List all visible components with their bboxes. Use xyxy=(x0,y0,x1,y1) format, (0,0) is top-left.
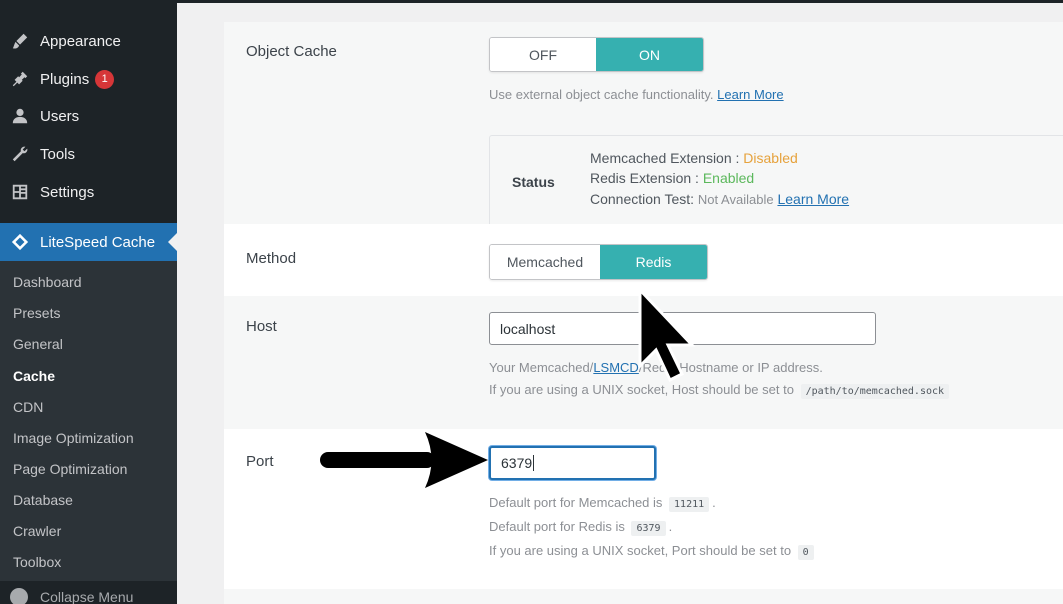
connection-test-status: Connection Test: Not Available Learn Mor… xyxy=(590,191,849,207)
submenu-dashboard[interactable]: Dashboard xyxy=(13,274,82,290)
submenu-database[interactable]: Database xyxy=(13,492,73,508)
update-count-badge: 1 xyxy=(95,69,115,89)
memcached-extension-label: Memcached Extension : xyxy=(590,150,740,166)
object-cache-toggle[interactable]: OFF ON xyxy=(489,37,704,72)
sidebar-item-settings[interactable]: Settings xyxy=(0,174,177,210)
text-caret xyxy=(533,455,535,471)
sidebar-item-label: Settings xyxy=(40,183,95,201)
status-title: Status xyxy=(512,174,555,190)
next-row xyxy=(224,589,1063,604)
paintbrush-icon xyxy=(10,31,30,51)
submenu-cache[interactable]: Cache xyxy=(13,368,55,384)
object-cache-row: Object Cache OFF ON Use external object … xyxy=(224,22,1063,227)
annotation-arrow-icon xyxy=(320,432,488,488)
memcached-extension-value: Disabled xyxy=(743,150,798,166)
submenu-image-optimization[interactable]: Image Optimization xyxy=(13,430,134,446)
litespeed-diamond-icon xyxy=(10,232,30,252)
host-socket-description: If you are using a UNIX socket, Host sho… xyxy=(489,382,952,399)
sidebar-item-label: Plugins xyxy=(40,70,90,88)
object-cache-description: Use external object cache functionality.… xyxy=(489,87,784,102)
connection-test-value: Not Available xyxy=(697,192,774,207)
redis-port-code: 6379 xyxy=(631,521,666,536)
object-cache-status-box: Status Memcached Extension : Disabled Re… xyxy=(489,135,1063,227)
collapse-label: Collapse Menu xyxy=(40,589,134,604)
method-label: Method xyxy=(246,250,297,267)
redis-extension-value: Enabled xyxy=(702,170,755,186)
object-cache-on-option[interactable]: ON xyxy=(596,38,703,71)
redis-extension-status: Redis Extension : Enabled xyxy=(590,170,754,186)
object-cache-label: Object Cache xyxy=(246,43,337,60)
method-row: Method Memcached Redis xyxy=(224,224,1063,296)
submenu-crawler[interactable]: Crawler xyxy=(13,523,61,539)
redis-extension-label: Redis Extension : xyxy=(590,170,699,186)
sidebar-item-litespeed-cache[interactable]: LiteSpeed Cache xyxy=(0,223,177,261)
port-input[interactable]: 6379 xyxy=(489,446,656,480)
mouse-pointer-icon xyxy=(638,288,696,383)
sidebar-item-label: LiteSpeed Cache xyxy=(40,233,156,251)
port-redis-description: Default port for Redis is 6379. xyxy=(489,519,673,536)
port-label: Port xyxy=(246,453,274,470)
litespeed-submenu: Dashboard Presets General Cache CDN Imag… xyxy=(0,261,177,581)
submenu-general[interactable]: General xyxy=(13,336,63,352)
connection-test-learn-more-link[interactable]: Learn More xyxy=(777,191,849,207)
port-socket-text: If you are using a UNIX socket, Port sho… xyxy=(489,543,792,558)
host-socket-path-code: /path/to/memcached.sock xyxy=(800,384,950,399)
user-icon xyxy=(10,106,30,126)
port-memcached-text: Default port for Memcached is xyxy=(489,495,663,510)
port-redis-text: Default port for Redis is xyxy=(489,519,625,534)
sidebar-item-label: Users xyxy=(40,107,80,125)
sidebar-item-appearance[interactable]: Appearance xyxy=(0,23,177,59)
connection-test-label: Connection Test: xyxy=(590,191,695,207)
lsmcd-link[interactable]: LSMCD xyxy=(593,360,639,375)
object-cache-learn-more-link[interactable]: Learn More xyxy=(717,87,783,102)
host-socket-text: If you are using a UNIX socket, Host sho… xyxy=(489,382,794,397)
collapse-menu-button[interactable]: Collapse Menu xyxy=(10,588,133,604)
method-redis-option[interactable]: Redis xyxy=(600,245,707,279)
sidebar-item-label: Appearance xyxy=(40,32,121,50)
admin-sidebar: Appearance Plugins 1 Users Tools Setting… xyxy=(0,0,177,604)
submenu-presets[interactable]: Presets xyxy=(13,305,60,321)
sidebar-item-users[interactable]: Users xyxy=(0,98,177,134)
object-cache-off-option[interactable]: OFF xyxy=(490,38,596,71)
collapse-icon xyxy=(10,588,28,604)
port-socket-code: 0 xyxy=(797,545,814,560)
object-cache-desc-text: Use external object cache functionality. xyxy=(489,87,714,102)
host-desc-prefix: Your Memcached/ xyxy=(489,360,594,375)
sidebar-item-tools[interactable]: Tools xyxy=(0,136,177,172)
settings-content: Object Cache OFF ON Use external object … xyxy=(177,3,1063,604)
port-input-value: 6379 xyxy=(501,455,533,471)
method-memcached-option[interactable]: Memcached xyxy=(490,245,600,279)
sidebar-item-plugins[interactable]: Plugins 1 xyxy=(0,61,177,97)
settings-icon xyxy=(10,182,30,202)
memcached-extension-status: Memcached Extension : Disabled xyxy=(590,150,798,166)
host-label: Host xyxy=(246,318,277,335)
submenu-cdn[interactable]: CDN xyxy=(13,399,43,415)
submenu-page-optimization[interactable]: Page Optimization xyxy=(13,461,127,477)
port-socket-description: If you are using a UNIX socket, Port sho… xyxy=(489,543,817,560)
sidebar-item-label: Tools xyxy=(40,145,76,163)
memcached-port-code: 11211 xyxy=(669,497,710,512)
port-memcached-description: Default port for Memcached is 11211. xyxy=(489,495,716,512)
plugin-icon xyxy=(10,69,30,89)
submenu-toolbox[interactable]: Toolbox xyxy=(13,554,61,570)
wrench-icon xyxy=(10,144,30,164)
method-toggle[interactable]: Memcached Redis xyxy=(489,244,708,280)
